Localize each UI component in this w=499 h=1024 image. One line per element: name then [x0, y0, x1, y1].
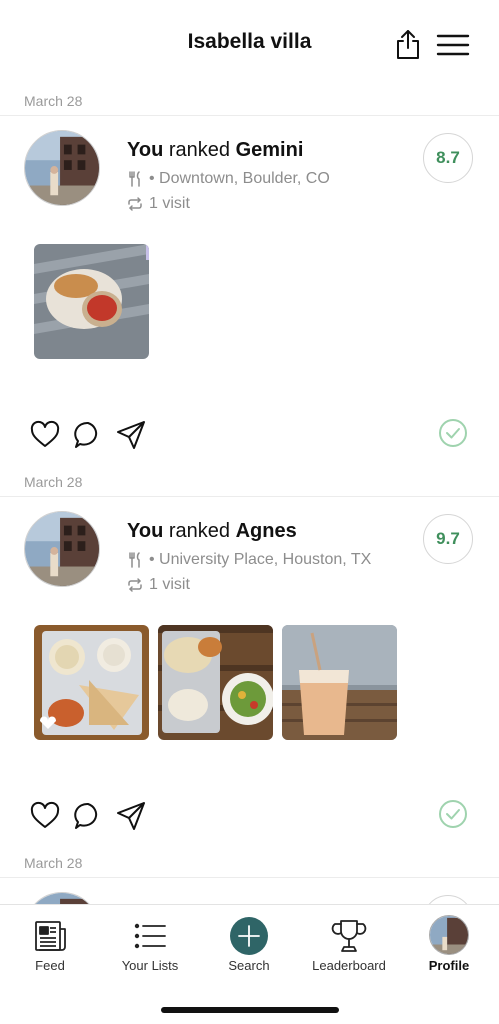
- avatar[interactable]: [24, 130, 100, 206]
- hamburger-menu-icon[interactable]: [436, 33, 470, 57]
- post-headline: You ranked Gemini: [127, 139, 303, 162]
- tab-feed[interactable]: Feed: [0, 905, 100, 995]
- score-badge: 8.7: [423, 133, 473, 183]
- post-date: March 28: [24, 93, 83, 109]
- trophy-icon: [330, 917, 368, 955]
- location-text: Downtown, Boulder, CO: [159, 170, 330, 187]
- app-header: Isabella villa: [0, 0, 499, 86]
- user-label: You: [127, 520, 164, 542]
- date-separator: March 28: [0, 467, 499, 497]
- utensils-icon: [127, 552, 143, 568]
- visits-line: 1 visit: [127, 195, 190, 213]
- ranked-label: ranked: [168, 520, 231, 542]
- tab-label: Profile: [428, 958, 470, 973]
- check-circle-icon[interactable]: [438, 418, 468, 448]
- check-circle-icon[interactable]: [438, 799, 468, 829]
- visits-line: 1 visit: [127, 576, 190, 594]
- comment-bubble-icon[interactable]: [73, 801, 103, 831]
- page-title: Isabella villa: [187, 30, 312, 53]
- date-separator: March 28: [0, 86, 499, 116]
- utensils-icon: [127, 171, 143, 187]
- restaurant-link[interactable]: Agnes: [236, 520, 297, 542]
- ranked-label: ranked: [168, 139, 231, 161]
- bullet: •: [149, 551, 160, 568]
- food-photo[interactable]: [34, 625, 149, 740]
- plus-icon: [230, 917, 268, 955]
- food-photo[interactable]: [34, 244, 149, 359]
- like-heart-icon[interactable]: [30, 420, 60, 450]
- date-separator: March 28: [0, 848, 499, 878]
- tab-leaderboard[interactable]: Leaderboard: [299, 905, 399, 995]
- profile-avatar: [429, 915, 469, 955]
- share-icon[interactable]: [394, 28, 422, 60]
- repeat-icon: [127, 196, 143, 212]
- visits-text: 1 visit: [149, 195, 190, 212]
- list-icon: [131, 917, 169, 955]
- tab-label: Leaderboard: [312, 958, 386, 973]
- like-heart-icon[interactable]: [30, 801, 60, 831]
- home-indicator: [161, 1007, 339, 1013]
- location-line: • Downtown, Boulder, CO: [127, 170, 330, 188]
- post-date: March 28: [24, 855, 83, 871]
- drink-photo[interactable]: [282, 625, 397, 740]
- location-text: University Place, Houston, TX: [159, 551, 372, 568]
- tab-label: Feed: [35, 958, 65, 973]
- newspaper-icon: [31, 917, 69, 955]
- tab-profile[interactable]: Profile: [399, 905, 499, 995]
- visits-text: 1 visit: [149, 576, 190, 593]
- send-icon[interactable]: [116, 420, 146, 450]
- location-line: • University Place, Houston, TX: [127, 551, 371, 569]
- user-label: You: [127, 139, 164, 161]
- tab-your-lists[interactable]: Your Lists: [100, 905, 200, 995]
- post-date: March 28: [24, 474, 83, 490]
- food-photo[interactable]: [158, 625, 273, 740]
- tab-label: Search: [228, 958, 270, 973]
- tab-label: Your Lists: [121, 958, 179, 973]
- bullet: •: [149, 170, 160, 187]
- avatar[interactable]: [24, 511, 100, 587]
- post-headline: You ranked Agnes: [127, 520, 297, 543]
- send-icon[interactable]: [116, 801, 146, 831]
- score-badge: 9.7: [423, 514, 473, 564]
- repeat-icon: [127, 577, 143, 593]
- tab-search[interactable]: Search: [199, 905, 299, 995]
- restaurant-link[interactable]: Gemini: [236, 139, 304, 161]
- comment-bubble-icon[interactable]: [73, 420, 103, 450]
- bottom-tab-bar: Feed Your Lists Search Leaderboard Profi…: [0, 904, 499, 1024]
